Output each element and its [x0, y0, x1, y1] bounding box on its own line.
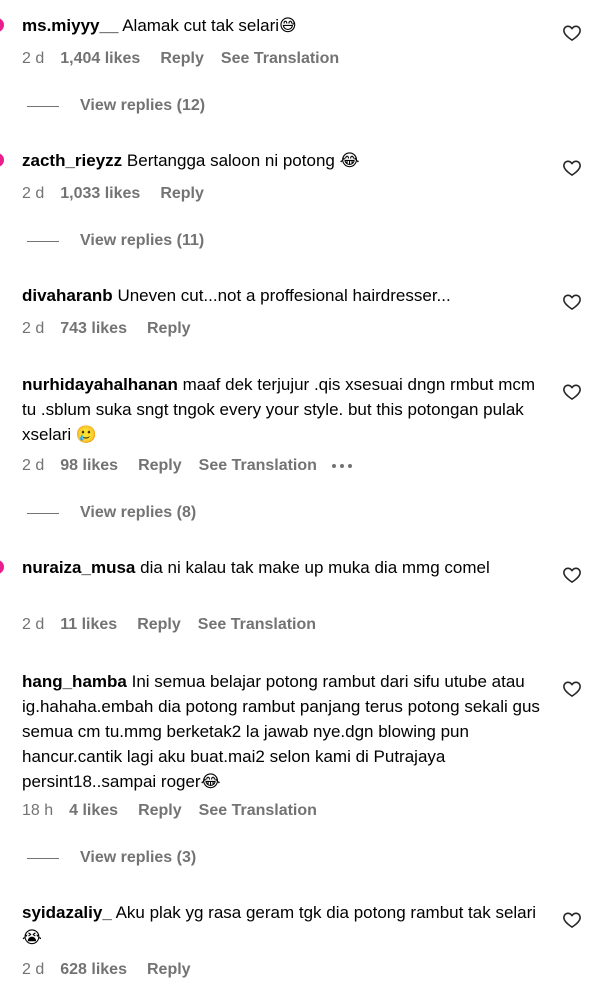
reply-button[interactable]: Reply [160, 183, 204, 205]
replies-divider [27, 513, 59, 514]
comment-username[interactable]: nurhidayahalhanan [22, 375, 178, 394]
view-replies-label[interactable]: View replies (3) [80, 847, 196, 869]
comment-username[interactable]: hang_hamba [22, 672, 127, 691]
comment-time: 18 h [22, 802, 54, 819]
comment-text: nurhidayahalhanan maaf dek terjujur .qis… [22, 372, 537, 447]
comment-body: Alamak cut tak selari😅 [122, 16, 297, 35]
comment-time: 2 d [22, 185, 45, 202]
comment-time: 2 d [22, 50, 45, 67]
reply-button[interactable]: Reply [137, 614, 181, 636]
view-replies-button[interactable]: View replies (8) [0, 502, 590, 524]
reply-button[interactable]: Reply [138, 800, 182, 822]
replies-divider [27, 858, 59, 859]
view-replies-label[interactable]: View replies (12) [80, 95, 205, 117]
comment-text: divaharanb Uneven cut...not a proffesion… [22, 283, 542, 308]
comment-likes[interactable]: 1,404 likes [60, 48, 140, 70]
heart-icon[interactable] [562, 158, 582, 178]
view-replies-button[interactable]: View replies (11) [0, 230, 590, 252]
comment-body: Bertangga saloon ni potong 😂 [126, 151, 360, 170]
comment-username[interactable]: divaharanb [22, 286, 113, 305]
comment-body: dia ni kalau tak make up muka dia mmg co… [140, 558, 490, 577]
comments-list: ms.miyyy__ Alamak cut tak selari😅 2 d 1,… [0, 0, 590, 998]
comment-time: 2 d [22, 320, 45, 337]
reply-button[interactable]: Reply [160, 48, 204, 70]
replies-divider [27, 106, 59, 107]
comment-username[interactable]: zacth_rieyzz [22, 151, 122, 170]
comment-likes[interactable]: 628 likes [60, 959, 127, 981]
replies-divider [27, 241, 59, 242]
comment-likes[interactable]: 11 likes [60, 614, 117, 636]
comment-meta: 2 d 1,033 likes Reply [22, 183, 221, 205]
comment-time: 2 d [22, 961, 45, 978]
more-options-icon[interactable] [331, 464, 352, 468]
heart-icon[interactable] [562, 565, 582, 585]
comment-username[interactable]: syidazaliy_ [22, 903, 112, 922]
comment-text: syidazaliy_ Aku plak yg rasa geram tgk d… [22, 900, 537, 950]
comment-time: 2 d [22, 616, 45, 633]
view-replies-label[interactable]: View replies (11) [80, 230, 204, 252]
view-replies-button[interactable]: View replies (12) [0, 95, 590, 117]
comment-body: Uneven cut...not a proffesional hairdres… [117, 286, 451, 305]
avatar[interactable] [0, 153, 4, 167]
comment-likes[interactable]: 743 likes [60, 318, 127, 340]
see-translation-button[interactable]: See Translation [199, 455, 317, 477]
comment-meta: 2 d 11 likes Reply See Translation [22, 614, 316, 636]
avatar[interactable] [0, 560, 4, 574]
reply-button[interactable]: Reply [147, 959, 191, 981]
comment-likes[interactable]: 1,033 likes [60, 183, 140, 205]
comment-meta: 2 d 628 likes Reply [22, 959, 208, 981]
comment-meta: 2 d 743 likes Reply [22, 318, 208, 340]
comment-username[interactable]: nuraiza_musa [22, 558, 135, 577]
comment-meta: 2 d 1,404 likes Reply See Translation [22, 48, 339, 70]
see-translation-button[interactable]: See Translation [199, 800, 317, 822]
reply-button[interactable]: Reply [138, 455, 182, 477]
comment-time: 2 d [22, 457, 45, 474]
comment-username[interactable]: ms.miyyy__ [22, 16, 118, 35]
heart-icon[interactable] [562, 292, 582, 312]
see-translation-button[interactable]: See Translation [198, 614, 316, 636]
heart-icon[interactable] [562, 382, 582, 402]
comment-text: nuraiza_musa dia ni kalau tak make up mu… [22, 555, 502, 580]
comment-meta: 18 h 4 likes Reply See Translation [22, 800, 317, 822]
comment-text: zacth_rieyzz Bertangga saloon ni potong … [22, 148, 542, 173]
view-replies-button[interactable]: View replies (3) [0, 847, 590, 869]
view-replies-label[interactable]: View replies (8) [80, 502, 196, 524]
reply-button[interactable]: Reply [147, 318, 191, 340]
heart-icon[interactable] [562, 23, 582, 43]
comment-likes[interactable]: 98 likes [60, 455, 118, 477]
heart-icon[interactable] [562, 910, 582, 930]
comment-text: ms.miyyy__ Alamak cut tak selari😅 [22, 13, 542, 38]
heart-icon[interactable] [562, 679, 582, 699]
see-translation-button[interactable]: See Translation [221, 48, 339, 70]
comment-meta: 2 d 98 likes Reply See Translation [22, 455, 352, 477]
comment-text: hang_hamba Ini semua belajar potong ramb… [22, 669, 547, 794]
avatar[interactable] [0, 18, 4, 32]
comment-likes[interactable]: 4 likes [69, 800, 118, 822]
